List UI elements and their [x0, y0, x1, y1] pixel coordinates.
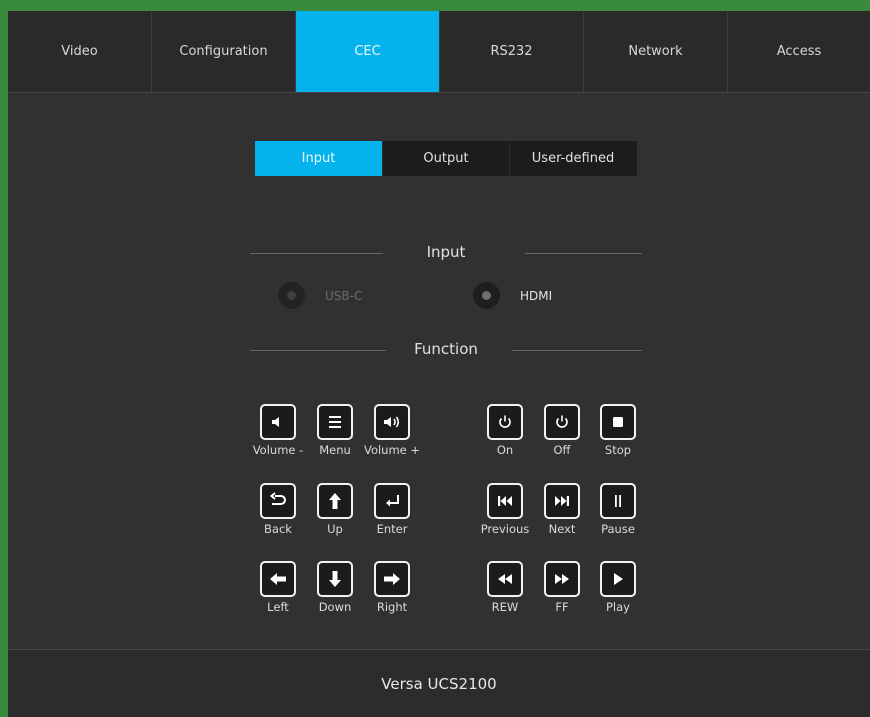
input-section-title: Input	[426, 243, 466, 261]
enter-button[interactable]: Enter	[366, 483, 422, 543]
tab-access[interactable]: Access	[728, 11, 870, 92]
app-window: Video Configuration CEC RS232 Network Ac…	[8, 11, 870, 717]
subtab-input[interactable]: Input	[255, 141, 382, 176]
stop-button[interactable]: Stop	[592, 404, 648, 464]
volume-up-button[interactable]: Volume +	[364, 404, 422, 464]
arrow-down-icon	[317, 561, 353, 597]
volume-up-label: Volume +	[363, 443, 421, 457]
tab-network[interactable]: Network	[584, 11, 728, 92]
function-section-title: Function	[414, 340, 478, 358]
top-navigation: Video Configuration CEC RS232 Network Ac…	[8, 11, 870, 92]
radio-dot[interactable]	[473, 282, 500, 309]
tab-rs232[interactable]: RS232	[440, 11, 584, 92]
enter-label: Enter	[376, 522, 408, 536]
sub-tabs: Input Output User-defined	[255, 141, 637, 176]
nav-divider	[8, 92, 870, 93]
radio-usb-c[interactable]: USB-C	[278, 282, 362, 309]
arrow-left-icon	[260, 561, 296, 597]
back-icon	[260, 483, 296, 519]
pause-icon	[600, 483, 636, 519]
function-section-heading: Function	[250, 340, 642, 360]
tab-video[interactable]: Video	[8, 11, 152, 92]
play-icon	[600, 561, 636, 597]
product-name: Versa UCS2100	[381, 674, 497, 693]
footer: Versa UCS2100	[8, 650, 870, 717]
power-off-icon	[544, 404, 580, 440]
subtab-user-defined[interactable]: User-defined	[509, 141, 636, 176]
input-section-heading: Input	[250, 243, 642, 263]
play-label: Play	[606, 600, 630, 614]
previous-icon	[487, 483, 523, 519]
right-button[interactable]: Right	[366, 561, 422, 621]
pause-button[interactable]: Pause	[592, 483, 648, 543]
enter-icon	[374, 483, 410, 519]
rewind-icon	[487, 561, 523, 597]
radio-label-usb-c: USB-C	[325, 288, 363, 303]
arrow-right-icon	[374, 561, 410, 597]
volume-down-icon	[260, 404, 296, 440]
stop-label: Stop	[604, 443, 632, 457]
right-label: Right	[376, 600, 408, 614]
menu-icon	[317, 404, 353, 440]
tab-configuration[interactable]: Configuration	[152, 11, 296, 92]
next-icon	[544, 483, 580, 519]
radio-dot[interactable]	[278, 282, 305, 309]
volume-up-icon	[374, 404, 410, 440]
pause-label: Pause	[601, 522, 635, 536]
fast-forward-icon	[544, 561, 580, 597]
tab-cec[interactable]: CEC	[296, 11, 440, 92]
radio-hdmi[interactable]: HDMI	[473, 282, 552, 309]
stop-icon	[600, 404, 636, 440]
play-button[interactable]: Play	[592, 561, 648, 621]
power-on-icon	[487, 404, 523, 440]
radio-label-hdmi: HDMI	[520, 288, 553, 303]
arrow-up-icon	[317, 483, 353, 519]
subtab-output[interactable]: Output	[382, 141, 509, 176]
